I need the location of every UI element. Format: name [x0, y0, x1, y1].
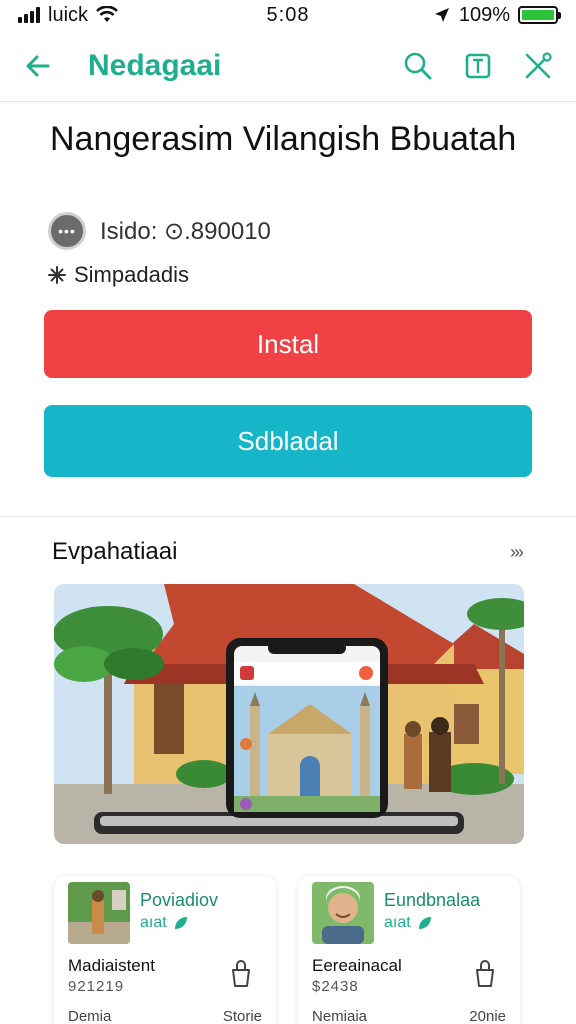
back-arrow-icon [26, 55, 50, 76]
meta-row: ••• Isido: ⊙.890010 [48, 212, 271, 250]
sparkle-icon [48, 266, 66, 284]
app-bar: Nedagaai [0, 30, 576, 102]
page-title: Nangerasim Vilangish Bbuatah [50, 120, 517, 158]
bag-icon[interactable] [228, 958, 254, 988]
leaf-icon [418, 917, 431, 929]
bag-icon[interactable] [472, 958, 498, 988]
card-thumbnail [312, 882, 374, 944]
download-button[interactable]: Sdbladal [44, 405, 532, 477]
product-card[interactable]: Poviadiov aıat Madiaistent 921219 Demia … [54, 876, 276, 1024]
battery-icon [518, 6, 561, 24]
bookmark-icon [465, 53, 491, 78]
section-more-button[interactable]: ››› [510, 542, 524, 563]
card-badge: aıat [384, 914, 433, 932]
install-button[interactable]: Instal [44, 310, 532, 378]
location-icon [434, 8, 449, 22]
card-price: 921219 [68, 978, 125, 995]
wifi-icon [96, 6, 118, 22]
share-button[interactable] [522, 50, 554, 82]
app-actions [402, 50, 554, 82]
signal-icon [18, 7, 40, 23]
search-icon [404, 52, 432, 79]
battery-level [522, 10, 554, 20]
status-bar: luick 5:08 109% [0, 0, 576, 30]
meta-text: Isido: ⊙.890010 [100, 217, 271, 245]
card-price: $2438 [312, 978, 359, 995]
card-badge-text: aıat [384, 914, 411, 931]
status-left: luick [18, 4, 118, 27]
product-card[interactable]: Eundbnalaa aıat Eereainacal $2438 Nemiai… [298, 876, 520, 1024]
divider [0, 516, 576, 517]
tag-row: Simpadadis [48, 262, 189, 288]
card-footer-right: 20nie [469, 1008, 506, 1024]
hero-image[interactable] [54, 584, 524, 844]
card-badge: aıat [140, 914, 189, 932]
back-button[interactable] [22, 50, 54, 82]
section-title: Evpahatiaai [52, 538, 178, 565]
status-right: 109% [433, 3, 561, 27]
search-button[interactable] [402, 50, 434, 82]
card-footer-right: Storie [222, 1008, 262, 1024]
card-footer-left: Nemiaia [312, 1008, 368, 1024]
card-footer-left: Demia [68, 1008, 112, 1024]
card-badge-text: aıat [140, 914, 167, 931]
bookmark-button[interactable] [462, 50, 494, 82]
card-name: Eereainacal [312, 956, 402, 975]
share-icon [525, 51, 552, 78]
avatar[interactable]: ••• [48, 212, 86, 250]
tag-text: Simpadadis [74, 262, 189, 287]
leaf-icon [174, 917, 187, 929]
app-title: Nedagaai [88, 48, 222, 82]
battery-percent: 109% [458, 3, 510, 26]
section-header: Evpahatiaai ››› [52, 538, 524, 566]
card-title: Eundbnalaa [384, 890, 481, 910]
carrier-name: luick [48, 3, 89, 26]
hero-illustration [54, 584, 524, 844]
card-name: Madiaistent [68, 956, 155, 975]
card-title: Poviadiov [140, 890, 219, 910]
card-thumbnail [68, 882, 130, 944]
